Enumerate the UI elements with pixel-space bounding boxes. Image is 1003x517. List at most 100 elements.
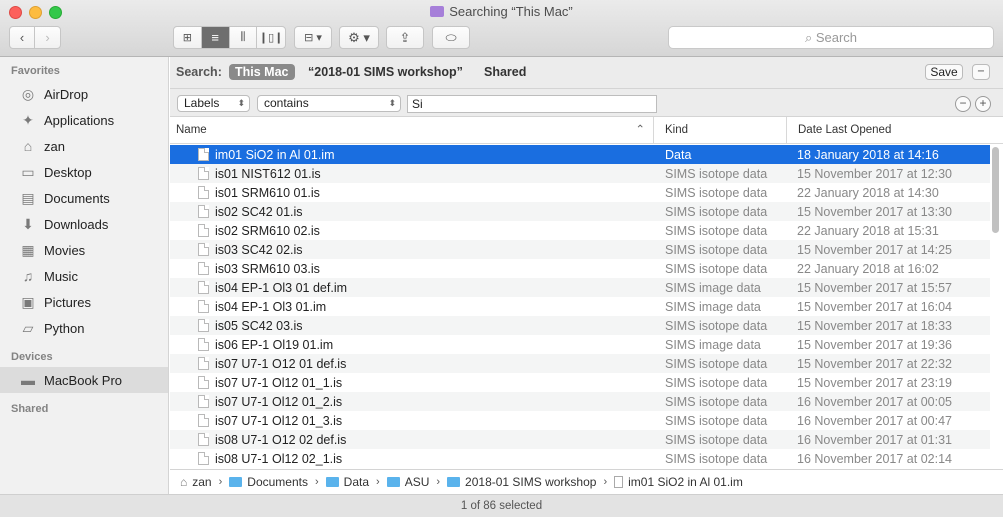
file-row[interactable]: is02 SC42 01.is SIMS isotope data 15 Novem… — [170, 202, 990, 221]
arrange-icon: ⊟ ▾ — [304, 32, 322, 44]
attribute-value: Labels — [184, 96, 220, 110]
criteria-value-input[interactable]: Si — [407, 95, 657, 113]
save-search-button[interactable]: Save — [925, 64, 963, 80]
file-row[interactable]: is03 SRM610 03.is SIMS isotope data 22 Jan… — [170, 259, 990, 278]
path-item[interactable]: im01 SiO2 in Al 01.im — [614, 475, 743, 489]
column-date[interactable]: Date Last Opened — [786, 117, 996, 143]
file-row[interactable]: is01 SRM610 01.is SIMS isotope data 22 Jan… — [170, 183, 990, 202]
file-date: 15 November 2017 at 15:57 — [797, 280, 952, 295]
file-kind: SIMS image data — [665, 299, 761, 314]
file-row[interactable]: is06 EP-1 Ol19 01.im SIMS image data 15 No… — [170, 335, 990, 354]
path-item[interactable]: ⌂ zan — [180, 475, 212, 489]
pictures-icon: ▣ — [21, 293, 35, 310]
action-button[interactable]: ⚙ ▾ — [339, 26, 379, 49]
attribute-popup[interactable]: Labels ⬍ — [177, 95, 250, 112]
file-name: is07 U7-1 Ol12 01_2.is — [215, 394, 343, 409]
path-item-label: Data — [343, 475, 370, 489]
sidebar-item-music[interactable]: ♫ Music — [0, 263, 168, 289]
sidebar: Favorites ◎ AirDrop ✦ Applications ⌂ zan ▭ Desk… — [0, 57, 169, 517]
file-kind: SIMS isotope data — [665, 356, 768, 371]
file-kind: SIMS isotope data — [665, 375, 768, 390]
file-row[interactable]: is03 SC42 02.is SIMS isotope data 15 Novem… — [170, 240, 990, 259]
home-icon: ⌂ — [180, 475, 188, 489]
status-text: 1 of 86 selected — [460, 500, 543, 512]
column-date-label: Date Last Opened — [798, 124, 892, 136]
share-button[interactable]: ⇪ — [386, 26, 424, 49]
path-item[interactable]: Documents — [229, 475, 308, 489]
column-name[interactable]: Name ⌃ — [170, 117, 653, 143]
vertical-scrollbar[interactable] — [992, 147, 999, 233]
tags-button[interactable]: ⬭ — [432, 26, 470, 49]
sidebar-item-applications[interactable]: ✦ Applications — [0, 107, 168, 133]
column-view-button[interactable]: ⫼ — [230, 27, 258, 48]
file-row[interactable]: is07 U7-1 Ol12 01_1.is SIMS isotope data 1… — [170, 373, 990, 392]
sidebar-item-airdrop[interactable]: ◎ AirDrop — [0, 81, 168, 107]
file-row[interactable]: is04 EP-1 Ol3 01.im SIMS image data 15 Nov… — [170, 297, 990, 316]
document-icon — [198, 243, 209, 256]
path-item[interactable]: 2018-01 SIMS workshop — [447, 475, 596, 489]
documents-icon: ▤ — [21, 189, 35, 206]
sidebar-item-python[interactable]: ▱ Python — [0, 315, 168, 341]
sidebar-item-label: Pictures — [44, 294, 91, 310]
file-date: 16 November 2017 at 00:47 — [797, 413, 952, 428]
file-row[interactable]: is02 SRM610 02.is SIMS isotope data 22 Jan… — [170, 221, 990, 240]
column-kind[interactable]: Kind — [653, 117, 786, 143]
file-row[interactable]: is07 U7-1 Ol12 01_2.is SIMS isotope data 1… — [170, 392, 990, 411]
file-name-cell: is01 NIST612 01.is — [170, 167, 653, 181]
remove-criterion-button[interactable]: − — [955, 96, 971, 112]
desktop-icon: ▭ — [21, 163, 35, 180]
remove-search-button[interactable]: − — [972, 64, 990, 80]
file-date: 18 January 2018 at 14:16 — [797, 147, 939, 162]
file-row[interactable]: is07 U7-1 Ol12 01_3.is SIMS isotope data 1… — [170, 411, 990, 430]
file-name: is02 SC42 01.is — [215, 204, 303, 219]
sidebar-item-zan[interactable]: ⌂ zan — [0, 133, 168, 159]
file-row[interactable]: is04 EP-1 Ol3 01 def.im SIMS image data 15… — [170, 278, 990, 297]
file-name-cell: is07 U7-1 Ol12 01_1.is — [170, 376, 653, 390]
view-mode-control: ⊞ ≡ ⫼ ❙▯❙ — [173, 26, 286, 49]
icon-view-button[interactable]: ⊞ — [174, 27, 202, 48]
file-name: is01 NIST612 01.is — [215, 166, 321, 181]
list-view-button[interactable]: ≡ — [201, 27, 230, 48]
sidebar-header-shared: Shared — [11, 403, 49, 415]
search-input[interactable]: ⌕ Search — [668, 26, 994, 49]
sidebar-item-movies[interactable]: ▦ Movies — [0, 237, 168, 263]
document-icon — [198, 300, 209, 313]
file-row[interactable]: is07 U7-1 O12 01 def.is SIMS isotope data… — [170, 354, 990, 373]
cover-flow-button[interactable]: ❙▯❙ — [257, 27, 285, 48]
folder-icon — [325, 477, 339, 487]
file-row[interactable]: is08 U7-1 Ol12 02_1.is SIMS isotope data 1… — [170, 449, 990, 468]
sidebar-item-documents[interactable]: ▤ Documents — [0, 185, 168, 211]
add-criterion-button[interactable]: + — [975, 96, 991, 112]
file-name-cell: is02 SC42 01.is — [170, 205, 653, 219]
file-kind: SIMS image data — [665, 280, 761, 295]
file-kind: SIMS isotope data — [665, 413, 768, 428]
search-criteria-bar: Labels ⬍ contains ⬍ Si − + — [170, 89, 1003, 117]
file-row[interactable]: is08 U7-1 O12 02 def.is SIMS isotope data… — [170, 430, 990, 449]
file-name: is05 SC42 03.is — [215, 318, 303, 333]
sidebar-item-downloads[interactable]: ⬇ Downloads — [0, 211, 168, 237]
sidebar-item-label: Movies — [44, 242, 86, 258]
path-item[interactable]: ASU — [386, 475, 429, 489]
file-kind: SIMS isotope data — [665, 394, 768, 409]
forward-button[interactable]: › — [35, 27, 60, 48]
path-item[interactable]: Data — [325, 475, 370, 489]
sidebar-item-macbook-pro[interactable]: ▬ MacBook Pro — [0, 367, 168, 393]
scope-folder-button[interactable]: “2018-01 SIMS workshop” — [308, 65, 463, 79]
file-row[interactable]: is05 SC42 03.is SIMS isotope data 15 Novem… — [170, 316, 990, 335]
file-date: 16 November 2017 at 01:31 — [797, 432, 952, 447]
file-row[interactable]: is01 NIST612 01.is SIMS isotope data 15 No… — [170, 164, 990, 183]
file-row[interactable]: im01 SiO2 in Al 01.im Data 18 January 2018… — [170, 145, 990, 164]
sidebar-item-label: AirDrop — [44, 86, 89, 102]
scope-this-mac-button[interactable]: This Mac — [229, 64, 295, 80]
column-name-label: Name — [176, 124, 207, 136]
scope-shared-button[interactable]: Shared — [484, 65, 526, 79]
back-button[interactable]: ‹ — [10, 27, 35, 48]
results-pane: Search: This Mac “2018-01 SIMS workshop”… — [170, 57, 1003, 517]
document-icon — [198, 319, 209, 332]
sidebar-item-pictures[interactable]: ▣ Pictures — [0, 289, 168, 315]
home-icon: ⌂ — [23, 138, 33, 154]
file-name: is03 SRM610 03.is — [215, 261, 320, 276]
operator-popup[interactable]: contains ⬍ — [257, 95, 401, 112]
arrange-button[interactable]: ⊟ ▾ — [294, 26, 332, 49]
sidebar-item-desktop[interactable]: ▭ Desktop — [0, 159, 168, 185]
